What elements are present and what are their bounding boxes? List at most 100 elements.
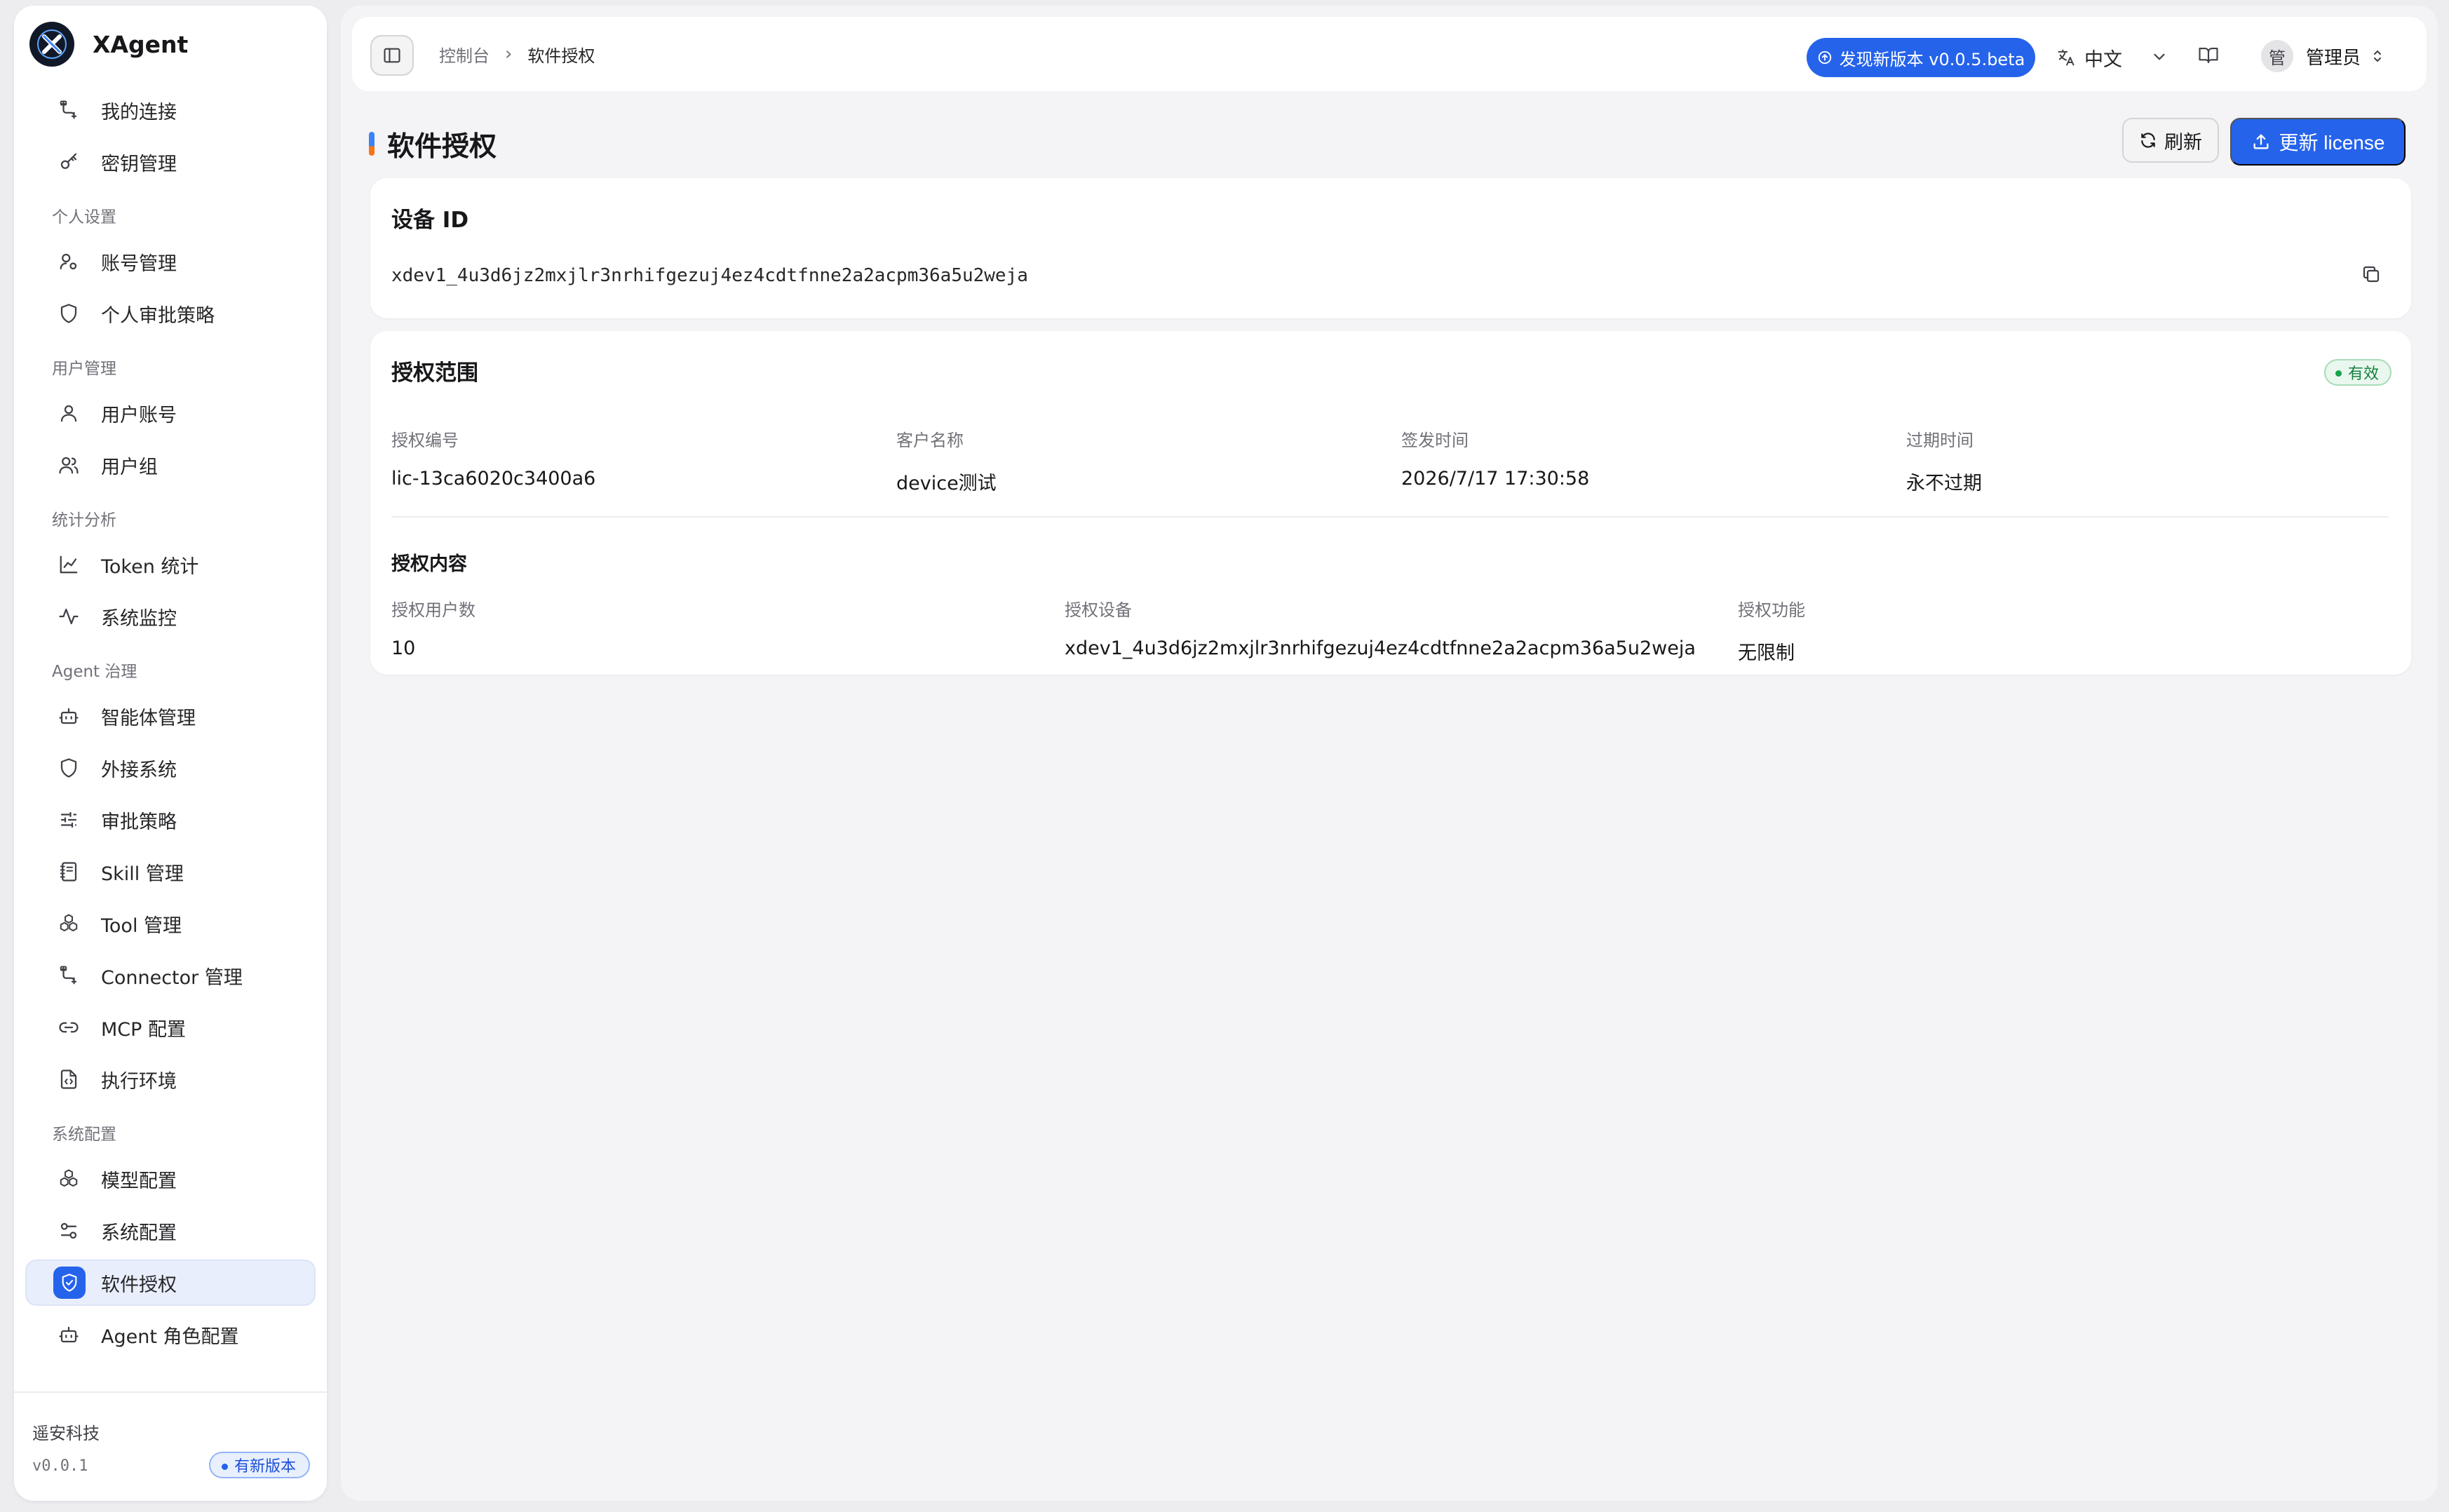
breadcrumb-console[interactable]: 控制台: [439, 42, 490, 67]
new-version-button[interactable]: 发现新版本 v0.0.5.beta: [1807, 38, 2035, 77]
field-value: lic-13ca6020c3400a6: [391, 468, 596, 490]
sidebar-item[interactable]: 用户组: [25, 442, 316, 488]
sliders-icon: [56, 807, 81, 832]
new-version-label: 发现新版本 v0.0.5.beta: [1839, 49, 2025, 69]
field-value: 无限制: [1738, 642, 1795, 664]
sidebar-item-label: Tool 管理: [101, 914, 182, 937]
chevron-right-icon: ›: [505, 43, 513, 65]
field-value: 2026/7/17 17:30:58: [1401, 468, 1590, 490]
sidebar-item[interactable]: 我的连接: [25, 87, 316, 133]
copy-icon[interactable]: [2361, 264, 2382, 285]
panel-left-icon: [384, 48, 400, 63]
sidebar-item[interactable]: 智能体管理: [25, 693, 316, 739]
new-version-badge[interactable]: 有新版本: [208, 1452, 310, 1478]
chart-line-icon: [56, 552, 81, 577]
device-id-card: 设备 ID xdev1_4u3d6jz2mxjlr3nrhifgezuj4ez4…: [370, 178, 2411, 318]
brand[interactable]: XAgent: [29, 21, 188, 67]
sidebar-item-label: 外接系统: [101, 759, 177, 781]
user-settings-icon: [56, 249, 81, 274]
sidebar-item-label: 系统配置: [101, 1222, 177, 1244]
breadcrumb: 控制台 › 软件授权: [439, 17, 595, 91]
sidebar-item[interactable]: 用户账号: [25, 390, 316, 436]
sidebar-item-label: 审批策略: [101, 811, 177, 833]
sidebar-item[interactable]: 模型配置: [25, 1156, 316, 1202]
licensed-features-field: 授权功能 无限制: [1738, 596, 1805, 665]
field-value: 永不过期: [1906, 473, 1982, 494]
license-scope-title: 授权范围: [391, 360, 478, 386]
field-value: xdev1_4u3d6jz2mxjlr3nrhifgezuj4ez4cdtfnn…: [1065, 637, 1696, 659]
licensed-device-field: 授权设备 xdev1_4u3d6jz2mxjlr3nrhifgezuj4ez4c…: [1065, 596, 1696, 659]
shield-check-icon: [53, 1267, 86, 1299]
topbar: 控制台 › 软件授权 发现新版本 v0.0.5.beta 中文 管 管理员: [352, 17, 2427, 91]
breadcrumb-current: 软件授权: [527, 46, 595, 66]
sidebar-group-title: 个人设置: [52, 208, 116, 227]
sidebar-item[interactable]: 系统监控: [25, 593, 316, 640]
sidebar-group-title: 统计分析: [52, 511, 116, 529]
field-label: 过期时间: [1906, 431, 1974, 450]
user-name: 管理员: [2306, 47, 2361, 69]
sidebar-toggle-button[interactable]: [370, 35, 414, 76]
key-icon: [56, 149, 81, 175]
avatar: 管: [2261, 40, 2293, 72]
settings-sliders-icon: [56, 1218, 81, 1243]
boxes-icon: [56, 1166, 81, 1192]
sidebar-item[interactable]: 执行环境: [25, 1056, 316, 1102]
sidebar-item[interactable]: 系统配置: [25, 1208, 316, 1254]
chevrons-up-down-icon: [2369, 48, 2386, 65]
translate-icon: [2056, 48, 2076, 67]
upload-icon: [2251, 132, 2271, 151]
field-label: 授权设备: [1065, 600, 1132, 620]
sidebar-item-label: 系统监控: [101, 607, 177, 630]
sidebar-item-label: Token 统计: [101, 555, 199, 578]
sidebar-item[interactable]: Token 统计: [25, 541, 316, 588]
sidebar-item[interactable]: Connector 管理: [25, 952, 316, 999]
device-id-title: 设备 ID: [391, 208, 469, 233]
field-label: 授权编号: [391, 431, 459, 450]
field-label: 授权功能: [1738, 600, 1805, 620]
sidebar-item-label: Skill 管理: [101, 863, 184, 885]
sidebar-item[interactable]: 外接系统: [25, 745, 316, 791]
license-number-field: 授权编号 lic-13ca6020c3400a6: [391, 426, 595, 490]
sidebar-item[interactable]: 审批策略: [25, 797, 316, 843]
user-icon: [56, 400, 81, 426]
sidebar-item-label: 智能体管理: [101, 707, 196, 729]
customer-name-field: 客户名称 device测试: [896, 426, 997, 495]
sidebar-group-title: 用户管理: [52, 360, 116, 378]
sidebar-item[interactable]: 软件授权: [25, 1260, 316, 1306]
divider: [391, 516, 2389, 518]
main-panel: 控制台 › 软件授权 发现新版本 v0.0.5.beta 中文 管 管理员 软件…: [341, 6, 2438, 1501]
update-license-button[interactable]: 更新 license: [2230, 118, 2406, 166]
sidebar-item-label: 模型配置: [101, 1170, 177, 1192]
field-value: 10: [391, 637, 416, 659]
sidebar-item[interactable]: Tool 管理: [25, 900, 316, 947]
device-id-value: xdev1_4u3d6jz2mxjlr3nrhifgezuj4ez4cdtfnn…: [391, 265, 1028, 286]
field-label: 客户名称: [896, 431, 964, 450]
shield-icon: [56, 301, 81, 326]
field-value: device测试: [896, 473, 997, 494]
shield-icon: [56, 755, 81, 781]
bot-icon: [56, 703, 81, 729]
sidebar-item-label: 执行环境: [101, 1070, 177, 1093]
sidebar-item[interactable]: 账号管理: [25, 238, 316, 285]
licensed-users-field: 授权用户数 10: [391, 596, 475, 659]
sidebar-footer: 遥安科技 v0.0.1 有新版本: [14, 1391, 327, 1501]
page-title: 软件授权: [387, 131, 497, 163]
sidebar-item-label: Connector 管理: [101, 966, 243, 989]
sidebar-item[interactable]: 个人审批策略: [25, 290, 316, 337]
sidebar-item-label: 个人审批策略: [101, 304, 215, 327]
refresh-button[interactable]: 刷新: [2122, 118, 2219, 163]
field-label: 授权用户数: [391, 600, 475, 620]
sidebar-item-label: 用户组: [101, 456, 158, 478]
sidebar-item-label: 密钥管理: [101, 153, 177, 175]
sidebar-item[interactable]: MCP 配置: [25, 1004, 316, 1051]
docs-book-icon[interactable]: [2198, 45, 2219, 66]
language-select[interactable]: 中文: [2056, 38, 2122, 77]
sidebar-item[interactable]: Agent 角色配置: [25, 1311, 316, 1358]
user-menu[interactable]: 管 管理员: [2261, 35, 2386, 77]
boxes-icon: [56, 911, 81, 936]
chevron-down-icon[interactable]: [2150, 48, 2168, 66]
sidebar-item[interactable]: 密钥管理: [25, 139, 316, 185]
users-icon: [56, 452, 81, 478]
sidebar-item[interactable]: Skill 管理: [25, 849, 316, 895]
sidebar-group-title: Agent 治理: [52, 663, 137, 681]
